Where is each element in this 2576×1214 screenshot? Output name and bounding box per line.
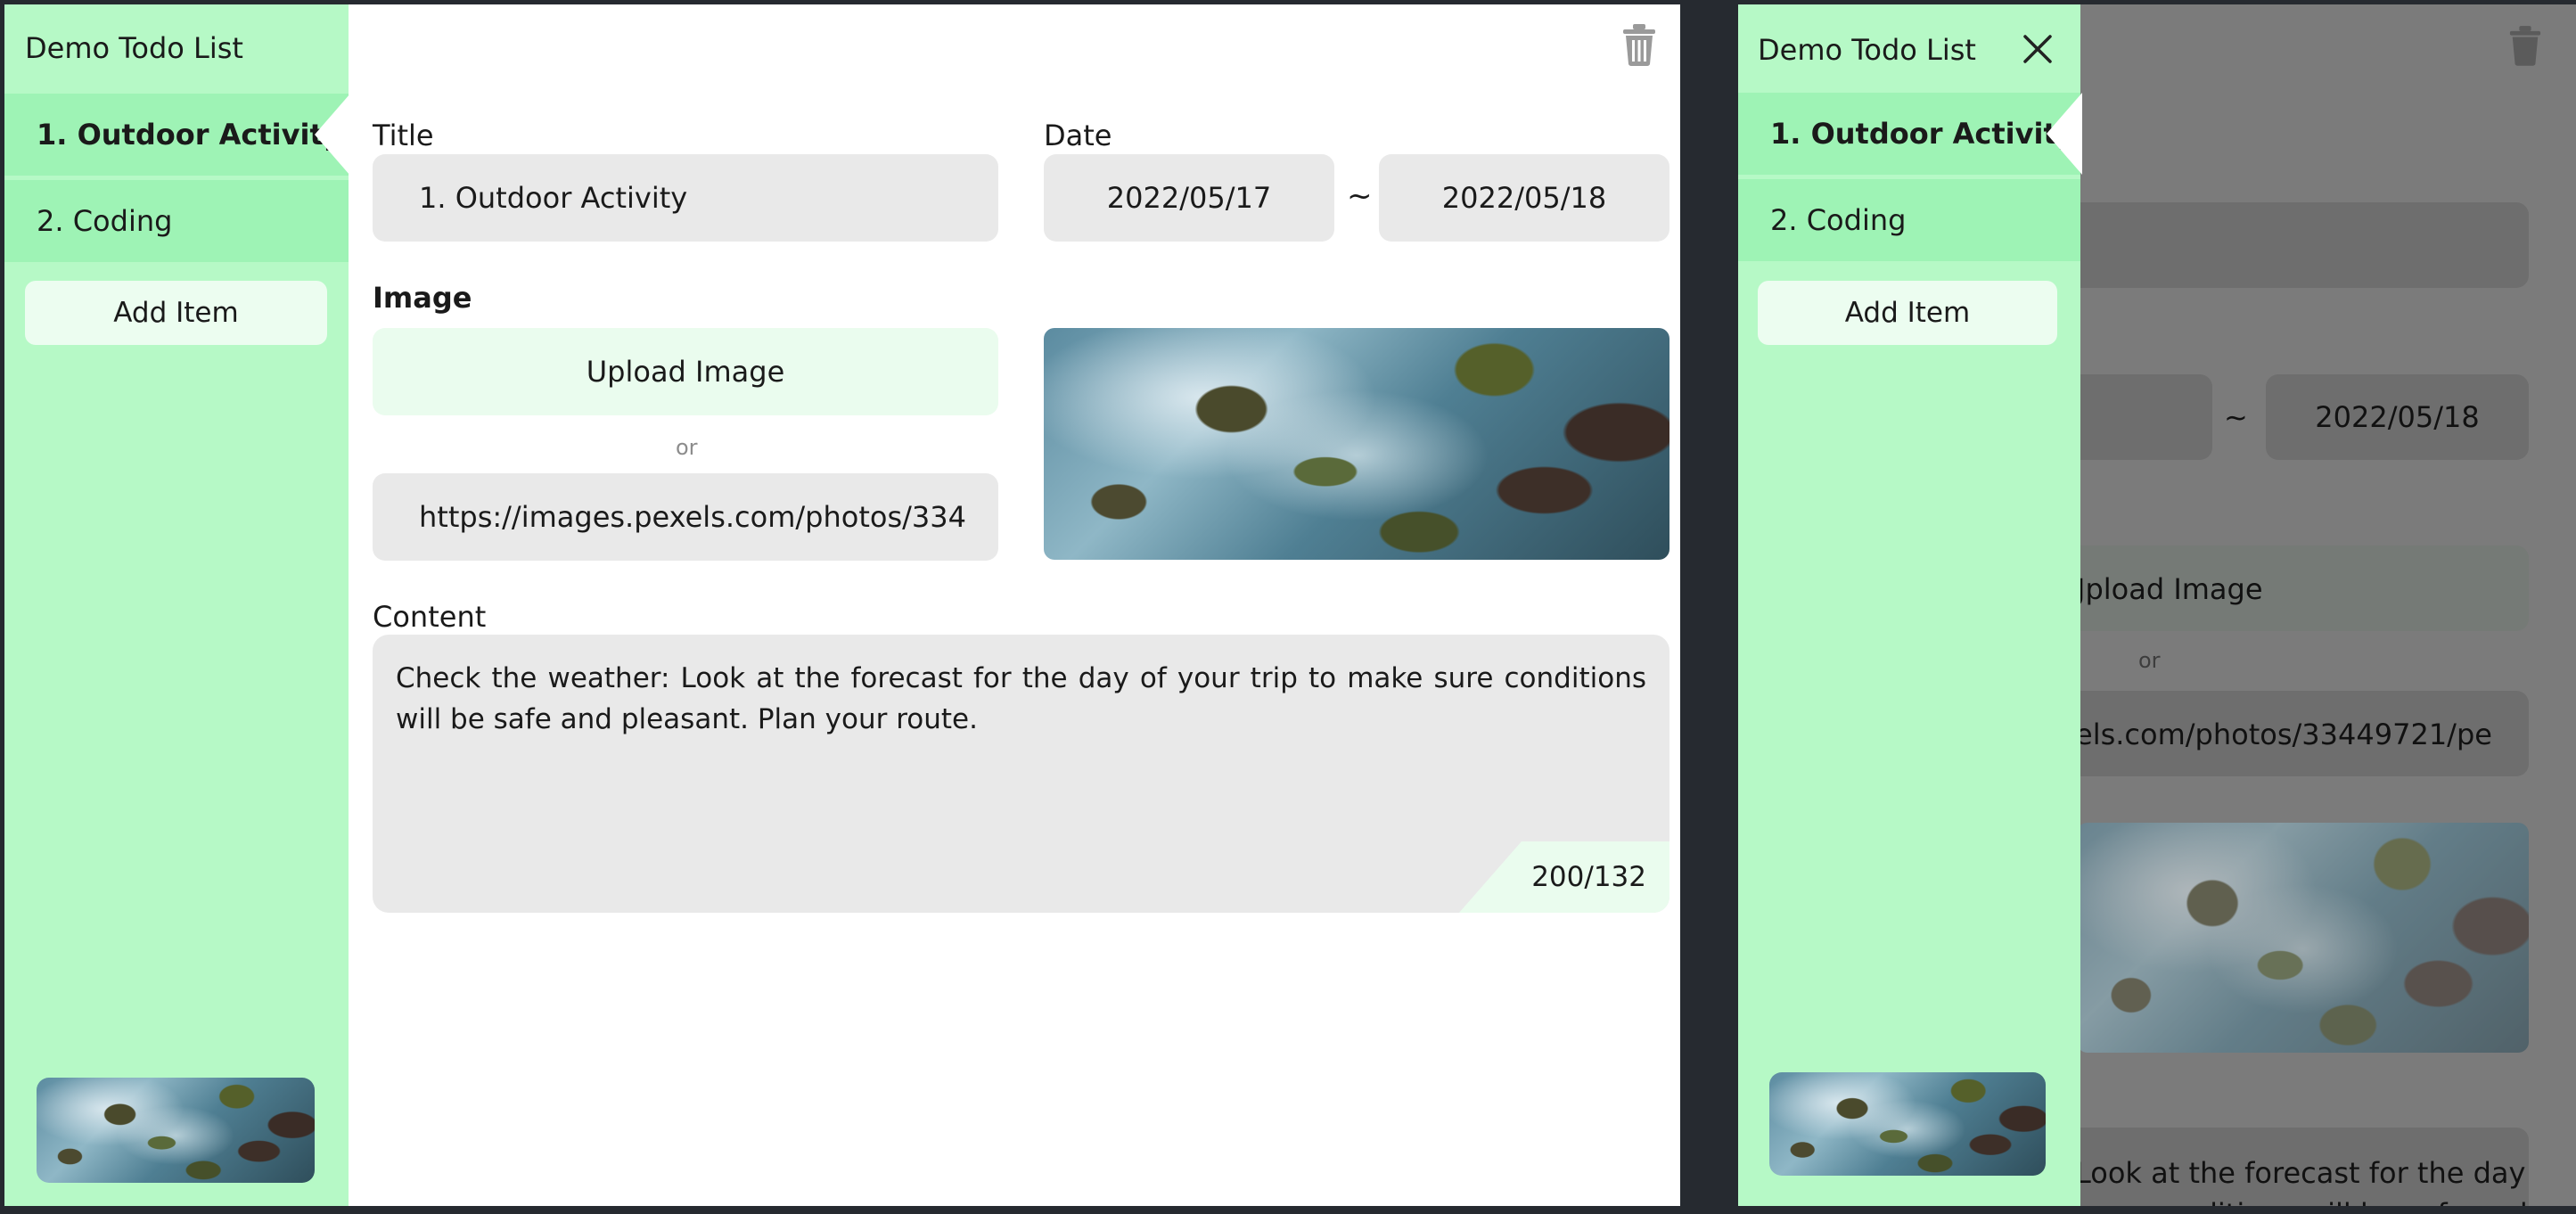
sidebar-item-outdoor-activity[interactable]: 1. Outdoor Activity — [1738, 93, 2082, 175]
dimmed-or-text: or — [2138, 648, 2161, 673]
sidebar-item-outdoor-activity[interactable]: 1. Outdoor Activity — [4, 94, 350, 176]
add-item-button[interactable]: Add Item — [1758, 281, 2057, 345]
sidebar-thumbnail-image[interactable] — [37, 1078, 315, 1183]
sidebar-item-label: 1. Outdoor Activity — [1770, 117, 2076, 151]
dimmed-title-input — [2059, 202, 2529, 288]
app-title: Demo Todo List — [25, 31, 243, 65]
sidebar-item-coding[interactable]: 2. Coding — [1738, 179, 2080, 261]
sidebar-item-coding[interactable]: 2. Coding — [4, 180, 349, 262]
upload-image-button[interactable]: Upload Image — [373, 328, 998, 415]
dimmed-content-textarea: Look at the forecast for the day your co… — [2059, 1128, 2529, 1206]
dimmed-end-date: 2022/05/18 — [2266, 374, 2529, 460]
sidebar-thumbnail-image[interactable] — [1769, 1072, 2046, 1176]
content-text: Check the weather: Look at the forecast … — [396, 662, 1646, 735]
dimmed-date-separator: ~ — [2224, 400, 2248, 434]
sidebar: Demo Todo List 1. Outdoor Activity 2. Co… — [4, 4, 350, 1206]
date-separator: ~ — [1347, 178, 1373, 214]
dimmed-image-url: els.com/photos/33449721/pe — [2059, 691, 2529, 776]
active-indicator — [315, 94, 350, 176]
image-url-input[interactable]: https://images.pexels.com/photos/334 — [373, 473, 998, 561]
dimmed-image-preview — [2077, 823, 2529, 1053]
character-counter: 200/132 — [1459, 841, 1669, 913]
trash-icon — [2509, 26, 2541, 66]
close-icon[interactable] — [2022, 33, 2054, 65]
active-indicator — [2047, 93, 2082, 175]
title-input[interactable]: 1. Outdoor Activity — [373, 154, 998, 242]
mobile-window: ~ 2022/05/18 Jpload Image or els.com/pho… — [1738, 4, 2576, 1206]
start-date-input[interactable]: 2022/05/17 — [1044, 154, 1334, 242]
app-title: Demo Todo List — [1758, 33, 1976, 67]
sidebar-drawer: Demo Todo List 1. Outdoor Activity 2. Co… — [1738, 4, 2082, 1206]
trash-icon[interactable] — [1621, 22, 1657, 67]
sidebar-item-label: 2. Coding — [37, 204, 173, 238]
editor-window: Demo Todo List 1. Outdoor Activity 2. Co… — [4, 4, 1680, 1206]
sidebar-item-label: 1. Outdoor Activity — [37, 118, 342, 152]
end-date-input[interactable]: 2022/05/18 — [1379, 154, 1669, 242]
dimmed-upload-button: Jpload Image — [2059, 545, 2529, 631]
sidebar-item-label: 2. Coding — [1770, 203, 1907, 237]
date-label: Date — [1044, 119, 1112, 152]
title-label: Title — [373, 119, 434, 152]
or-text: or — [676, 435, 698, 460]
content-label: Content — [373, 600, 487, 634]
image-label: Image — [373, 281, 472, 315]
add-item-button[interactable]: Add Item — [25, 281, 327, 345]
image-preview — [1044, 328, 1669, 560]
dimmed-start-date — [2059, 374, 2212, 460]
content-textarea[interactable]: Check the weather: Look at the forecast … — [373, 635, 1669, 913]
